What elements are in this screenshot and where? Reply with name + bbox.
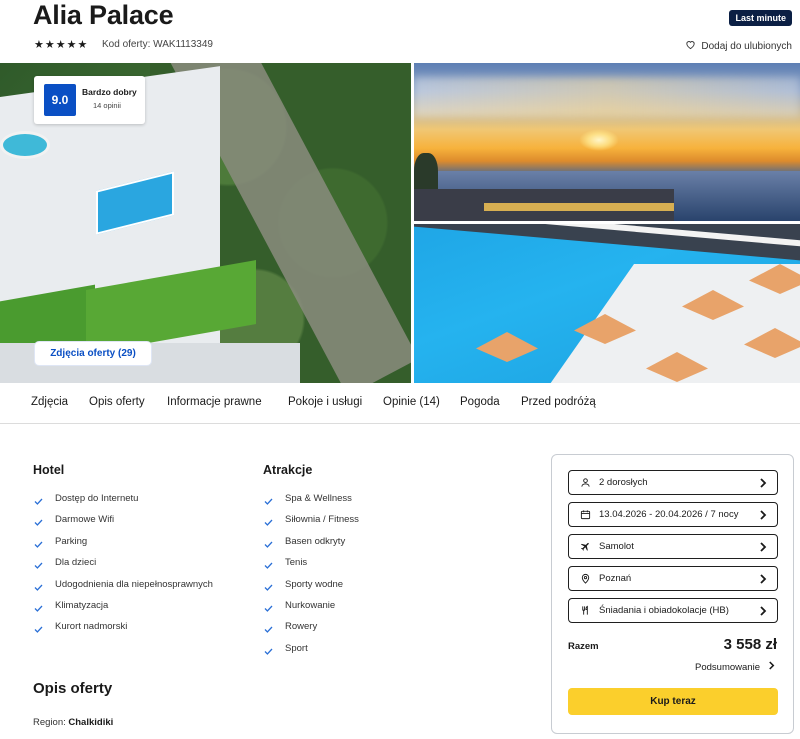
transport-select[interactable]: Samolot (568, 534, 778, 559)
offer-code: Kod oferty: WAK1113349 (102, 39, 213, 50)
list-item: Dostęp do Internetu (55, 493, 139, 504)
plane-icon (579, 541, 591, 553)
attractions-heading: Atrakcje (263, 463, 313, 477)
list-item: Udogodnienia dla niepełnosprawnych (55, 578, 213, 590)
check-icon (264, 584, 273, 591)
hotel-heading: Hotel (33, 463, 65, 477)
tab-photos[interactable]: Zdjęcia (31, 396, 68, 408)
board-select[interactable]: Śniadania i obiadokolacje (HB) (568, 598, 778, 623)
last-minute-badge: Last minute (729, 10, 792, 26)
check-icon (264, 626, 273, 634)
check-icon (264, 562, 273, 570)
list-item: Rowery (285, 621, 318, 633)
total-price: 3 558 zł (723, 636, 777, 653)
person-icon (579, 477, 591, 489)
check-icon (34, 626, 43, 634)
check-icon (34, 498, 43, 505)
buy-now-button[interactable]: Kup teraz (568, 688, 778, 715)
tab-before-travel[interactable]: Przed podróżą (521, 396, 596, 408)
travelers-label: 2 dorosłych (599, 477, 648, 488)
tab-description[interactable]: Opis oferty (89, 396, 145, 408)
dates-label: 13.04.2026 - 20.04.2026 / 7 nocy (599, 509, 739, 520)
pool-reflection (484, 203, 674, 211)
clouds (414, 77, 800, 117)
check-icon (34, 519, 43, 527)
check-icon (264, 498, 273, 505)
departure-label: Poznań (599, 573, 632, 584)
tab-reviews[interactable]: Opinie (14) (383, 396, 440, 408)
rating-label: Bardzo dobry (82, 87, 137, 97)
round-pool (0, 131, 50, 159)
pool-photo[interactable] (414, 224, 800, 383)
check-icon (264, 541, 273, 548)
location-pin-icon (579, 573, 591, 585)
tab-rooms-services[interactable]: Pokoje i usługi (288, 396, 362, 408)
umbrella (476, 332, 538, 362)
departure-select[interactable]: Poznań (568, 566, 778, 591)
photo-gallery: 9.0 Bardzo dobry 14 opinii Zdjęcia ofert… (0, 63, 800, 383)
check-icon (34, 584, 43, 591)
check-icon (264, 648, 273, 655)
sun (579, 129, 619, 151)
heart-icon (685, 39, 696, 53)
photos-button[interactable]: Zdjęcia oferty (29) (34, 341, 152, 366)
list-item: Dla dzieci (55, 557, 97, 569)
list-item: Siłownia / Fitness (285, 514, 359, 526)
list-item: Basen odkryty (285, 535, 346, 547)
check-icon (34, 562, 43, 570)
check-icon (264, 519, 273, 527)
check-icon (34, 605, 43, 612)
check-icon (264, 605, 273, 612)
board-label: Śniadania i obiadokolacje (HB) (599, 605, 729, 616)
rating-count: 14 opinii (93, 101, 121, 110)
hotel-title: Alia Palace (33, 0, 174, 30)
total-label: Razem (568, 641, 599, 652)
region-label: Region: (33, 717, 66, 728)
list-item: Parking (55, 535, 88, 547)
list-item: Klimatyzacja (55, 600, 109, 611)
summary-label: Podsumowanie (695, 661, 760, 673)
list-item: Kurort nadmorski (55, 621, 128, 633)
rating-card[interactable]: 9.0 Bardzo dobry 14 opinii (34, 76, 145, 124)
chevron-right-icon (759, 606, 767, 616)
region-line: Region: Chalkidiki (33, 717, 113, 728)
main-photo[interactable]: 9.0 Bardzo dobry 14 opinii Zdjęcia ofert… (0, 63, 411, 383)
sunset-photo[interactable] (414, 63, 800, 221)
list-item: Nurkowanie (285, 600, 336, 611)
booking-panel: 2 dorosłych 13.04.2026 - 20.04.2026 / 7 … (551, 454, 794, 734)
list-item: Sporty wodne (285, 578, 344, 590)
list-item: Sport (285, 642, 308, 654)
description-heading: Opis oferty (33, 680, 113, 697)
hotel-stars: ★★★★★ (34, 39, 89, 51)
chevron-right-icon (759, 542, 767, 552)
section-tabs: Zdjęcia Opis oferty Informacje prawne Po… (0, 384, 800, 424)
rating-score: 9.0 (44, 84, 76, 116)
dates-select[interactable]: 13.04.2026 - 20.04.2026 / 7 nocy (568, 502, 778, 527)
summary-link[interactable]: Podsumowanie (695, 661, 775, 673)
list-item: Darmowe Wifi (55, 514, 115, 526)
chevron-right-icon (759, 478, 767, 488)
region-value: Chalkidiki (68, 717, 114, 728)
chevron-right-icon (759, 574, 767, 584)
add-to-favorites-button[interactable]: Dodaj do ulubionych (685, 39, 792, 53)
tab-weather[interactable]: Pogoda (460, 396, 500, 408)
travelers-select[interactable]: 2 dorosłych (568, 470, 778, 495)
pool-edge (414, 224, 800, 263)
favorites-label: Dodaj do ulubionych (701, 40, 792, 52)
chevron-right-icon (759, 510, 767, 520)
list-item: Tenis (285, 557, 308, 569)
chevron-right-icon (768, 661, 775, 673)
cutlery-icon (579, 605, 591, 617)
list-item: Spa & Wellness (285, 493, 352, 504)
check-icon (34, 541, 43, 548)
offer-header: Alia Palace Last minute ★★★★★ Kod oferty… (0, 0, 800, 62)
calendar-icon (579, 509, 591, 521)
transport-label: Samolot (599, 541, 634, 552)
tab-legal-info[interactable]: Informacje prawne (167, 396, 262, 408)
